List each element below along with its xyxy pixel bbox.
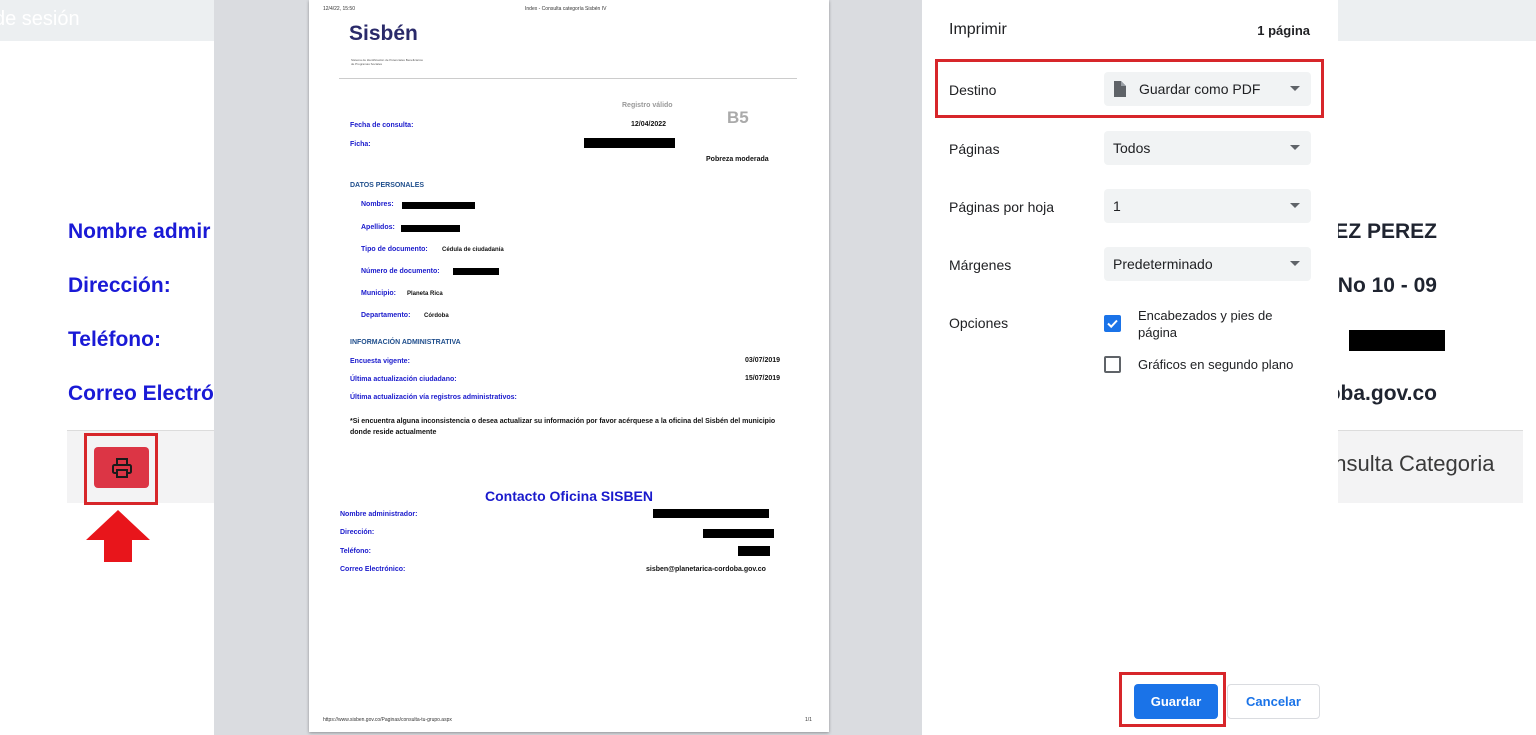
destination-select[interactable]: Guardar como PDF — [1104, 72, 1311, 106]
chevron-down-icon — [1290, 203, 1300, 208]
destino-label: Destino — [949, 82, 997, 98]
grupo-sisben: B5 — [727, 108, 749, 127]
redacted-c-nombre — [653, 509, 769, 518]
fecha-consulta-value: 12/04/2022 — [631, 121, 667, 128]
encuesta-label: Encuesta vigente: — [350, 358, 410, 365]
printer-icon — [111, 457, 132, 478]
chevron-down-icon — [1290, 261, 1300, 266]
c-telefono-label: Teléfono: — [340, 548, 371, 555]
departamento-label: Departamento: — [361, 312, 411, 319]
check-icon — [1107, 319, 1118, 329]
preview-footer-url: https://www.sisben.gov.co/Paginas/consul… — [323, 717, 452, 723]
redacted-num-doc — [453, 268, 499, 275]
file-icon — [1114, 81, 1126, 97]
sisben-logo: Sisbén — [349, 22, 418, 45]
encuesta-value: 03/07/2019 — [745, 357, 781, 364]
headers-footers-label: Encabezados y pies de página — [1138, 308, 1273, 340]
ultima-ciud-value: 15/07/2019 — [745, 375, 781, 382]
paginas-label: Páginas — [949, 141, 1000, 157]
destination-value: Guardar como PDF — [1139, 81, 1261, 97]
ultima-reg-label: Última actualización vía registros admin… — [350, 394, 517, 401]
save-button[interactable]: Guardar — [1134, 684, 1218, 719]
c-correo-value: sisben@planetarica-cordoba.gov.co — [646, 566, 766, 573]
background-graphics-label: Gráficos en segundo plano — [1138, 357, 1294, 372]
municipio-value: Planeta Rica — [407, 291, 443, 297]
num-doc-label: Número de documento: — [361, 268, 440, 275]
margins-select[interactable]: Predeterminado — [1104, 247, 1311, 281]
margins-value: Predeterminado — [1113, 256, 1213, 272]
pages-per-sheet-value: 1 — [1113, 198, 1121, 214]
c-direccion-label: Dirección: — [340, 529, 375, 536]
redacted-c-telefono — [738, 546, 770, 556]
ficha-label: Ficha: — [350, 141, 371, 148]
consulta-categoria-text: onsulta Categoria — [1322, 451, 1495, 476]
tipo-doc-value: Cédula de ciudadanía — [442, 247, 504, 253]
municipio-label: Municipio: — [361, 290, 396, 297]
redacted-ficha — [584, 138, 675, 148]
redacted-apellidos — [401, 225, 460, 232]
page-count: 1 página — [1257, 23, 1310, 38]
preview-divider — [339, 78, 797, 79]
label-direccion: Dirección: — [68, 274, 171, 297]
label-nombre: Nombre admir — [68, 220, 211, 243]
label-correo: Correo Electrón — [68, 382, 227, 405]
info-admin-heading: INFORMACIÓN ADMINISTRATIVA — [350, 339, 461, 346]
sisben-logo-subtitle: Sistema de Identificación de Potenciales… — [351, 58, 423, 66]
por-hoja-label: Páginas por hoja — [949, 199, 1055, 215]
print-button[interactable] — [94, 447, 149, 488]
preview-page: 12/4/22, 15:50 Index - Consulta categorí… — [309, 0, 829, 732]
label-telefono: Teléfono: — [68, 328, 161, 351]
registro-valido: Registro válido — [622, 102, 673, 109]
background-graphics-checkbox[interactable] — [1104, 356, 1121, 373]
preview-header-title: Index - Consulta categoría Sisbén IV — [525, 6, 607, 12]
print-settings-panel: Imprimir 1 página Destino Guardar como P… — [922, 0, 1338, 735]
c-nombre-label: Nombre administrador: — [340, 511, 418, 518]
ultima-ciud-label: Última actualización ciudadano: — [350, 376, 457, 383]
preview-footer-page: 1/1 — [805, 717, 812, 723]
redacted-c-direccion — [703, 529, 774, 538]
departamento-value: Córdoba — [424, 313, 449, 319]
pages-select[interactable]: Todos — [1104, 131, 1311, 165]
datos-personales-heading: DATOS PERSONALES — [350, 182, 425, 189]
topbar-text[interactable]: de sesión — [0, 8, 80, 31]
redacted-telefono — [1349, 330, 1445, 351]
tipo-doc-label: Tipo de documento: — [361, 246, 428, 253]
headers-footers-checkbox[interactable] — [1104, 315, 1121, 332]
dialog-title: Imprimir — [949, 21, 1007, 38]
pages-per-sheet-select[interactable]: 1 — [1104, 189, 1311, 223]
redacted-nombres — [402, 202, 475, 209]
apellidos-label: Apellidos: — [361, 224, 395, 231]
cancel-button[interactable]: Cancelar — [1227, 684, 1320, 719]
opciones-label: Opciones — [949, 315, 1009, 331]
contacto-title: Contacto Oficina SISBEN — [484, 488, 654, 504]
margenes-label: Márgenes — [949, 257, 1012, 273]
c-correo-label: Correo Electrónico: — [340, 566, 406, 573]
red-arrow-icon — [86, 510, 150, 562]
chevron-down-icon — [1290, 86, 1300, 91]
value-correo: oba.gov.co — [1327, 382, 1437, 405]
pobreza-text: Pobreza moderada — [706, 156, 769, 163]
preview-header-date: 12/4/22, 15:50 — [323, 6, 355, 12]
chevron-down-icon — [1290, 145, 1300, 150]
pages-value: Todos — [1113, 140, 1151, 156]
nombres-label: Nombres: — [361, 201, 394, 208]
value-direccion: No 10 - 09 — [1337, 274, 1437, 297]
fecha-consulta-label: Fecha de consulta: — [350, 122, 414, 129]
nota-text: *Si encuentra alguna inconsistencia o de… — [350, 418, 776, 436]
